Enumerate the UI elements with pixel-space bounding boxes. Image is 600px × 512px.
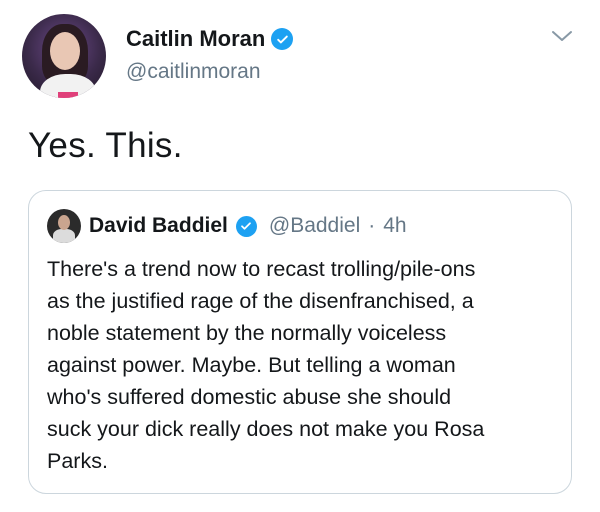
quoted-header: David Baddiel @Baddiel · 4h [47, 209, 407, 243]
quoted-avatar-body [53, 229, 75, 243]
quoted-text-line: suck your dick really does not make you … [47, 417, 485, 441]
quoted-avatar-face [58, 215, 70, 230]
author-avatar[interactable] [22, 14, 106, 98]
dot-separator: · [368, 214, 376, 237]
quoted-author-avatar[interactable] [47, 209, 81, 243]
author-handle[interactable]: @caitlinmoran [126, 60, 261, 84]
quoted-tweet[interactable]: David Baddiel @Baddiel · 4h There's a tr… [28, 190, 572, 494]
author-name[interactable]: Caitlin Moran [126, 26, 265, 52]
quoted-timestamp[interactable]: 4h [383, 214, 406, 238]
verified-badge-icon [235, 215, 257, 237]
quoted-text-line: as the justified rage of the disenfranch… [47, 289, 474, 313]
quoted-author-name[interactable]: David Baddiel [89, 214, 228, 238]
quoted-text-line: who's suffered domestic abuse she should [47, 385, 452, 409]
avatar-shirt-print [58, 92, 78, 98]
quoted-text-line: There's a trend now to recast trolling/p… [47, 257, 476, 281]
verified-badge-icon [271, 28, 294, 50]
quoted-text-line: against power. Maybe. But telling a woma… [47, 353, 456, 377]
quoted-tweet-text: There's a trend now to recast trolling/p… [47, 253, 557, 477]
chevron-down-icon[interactable] [550, 28, 574, 44]
quoted-author-handle[interactable]: @Baddiel [269, 214, 360, 238]
quoted-text-line: noble statement by the normally voiceles… [47, 321, 447, 345]
author-name-row: Caitlin Moran [126, 26, 294, 52]
tweet-text: Yes. This. [28, 126, 183, 165]
avatar-face [50, 32, 80, 70]
quoted-text-line: Parks. [47, 449, 108, 473]
